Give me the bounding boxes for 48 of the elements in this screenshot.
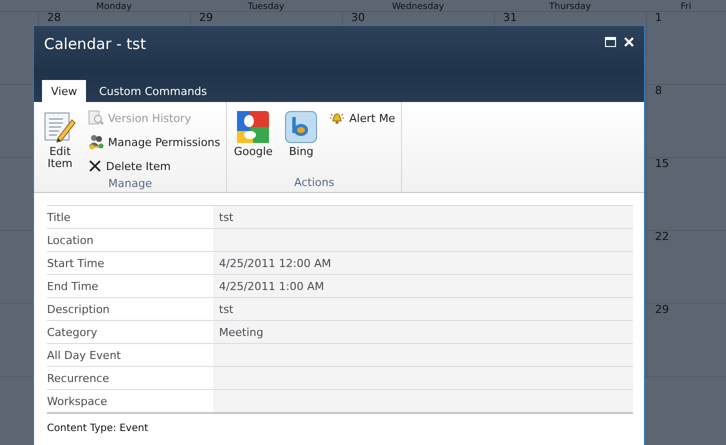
colored-g-icon bbox=[237, 111, 270, 143]
date-number: 1 bbox=[655, 11, 662, 24]
weekday-header: Monday bbox=[96, 2, 132, 12]
document-pencil-icon bbox=[44, 111, 76, 143]
ribbon-button[interactable]: Google bbox=[231, 107, 276, 162]
field-label: Location bbox=[47, 234, 94, 246]
date-number: 30 bbox=[351, 11, 365, 24]
date-number: 29 bbox=[199, 11, 213, 24]
field-label: Title bbox=[47, 210, 71, 224]
weekday-header: Tuesday bbox=[248, 2, 284, 12]
ribbon-button[interactable]: Alert Me bbox=[327, 107, 398, 129]
ribbon-button[interactable]: Delete Item bbox=[86, 155, 222, 177]
field-value-cell: Meeting bbox=[213, 321, 633, 343]
field-label: Recurrence bbox=[47, 372, 110, 384]
date-number: 22 bbox=[655, 230, 669, 243]
field-label: Workspace bbox=[47, 394, 108, 408]
delete-x-icon bbox=[88, 159, 102, 173]
users-key-icon bbox=[88, 134, 104, 150]
ribbon-button[interactable]: Bing bbox=[279, 107, 324, 162]
b-letter-icon bbox=[285, 111, 318, 143]
date-number: 31 bbox=[503, 11, 517, 24]
date-number: 15 bbox=[655, 157, 669, 170]
date-number: 8 bbox=[655, 84, 662, 97]
ribbon-button[interactable]: Edit Item bbox=[38, 107, 82, 177]
ribbon-tab[interactable]: View bbox=[42, 80, 86, 102]
content-type-text: Content Type: Event bbox=[47, 423, 150, 435]
field-label: All Day Event bbox=[47, 348, 121, 362]
close-icon[interactable] bbox=[624, 37, 634, 47]
ribbon-group-label: Manage bbox=[107, 177, 153, 190]
date-number: 28 bbox=[47, 11, 61, 24]
weekday-header: Thursday bbox=[549, 2, 591, 12]
ribbon-group-label: Actions bbox=[293, 176, 336, 189]
field-label: End Time bbox=[47, 280, 98, 292]
field-value-cell: 4/25/2011 1:00 AM bbox=[213, 275, 633, 297]
field-value-cell: tst bbox=[213, 298, 633, 320]
ribbon-tab[interactable]: Custom Commands bbox=[90, 80, 216, 102]
weekday-header: Fri bbox=[680, 2, 692, 12]
dialog-title: Calendar - tst bbox=[44, 35, 146, 53]
weekday-header: Wednesday bbox=[392, 2, 444, 12]
magnifier-page-icon bbox=[88, 110, 104, 126]
field-label: Start Time bbox=[47, 256, 104, 270]
field-label: Description bbox=[47, 302, 110, 316]
maximize-icon[interactable] bbox=[605, 37, 616, 47]
date-number: 29 bbox=[655, 303, 669, 316]
ribbon-button[interactable]: Manage Permissions bbox=[86, 131, 222, 153]
field-value-cell: tst bbox=[213, 206, 633, 228]
field-value-cell: 4/25/2011 12:00 AM bbox=[213, 252, 633, 274]
field-label: Category bbox=[47, 326, 98, 338]
